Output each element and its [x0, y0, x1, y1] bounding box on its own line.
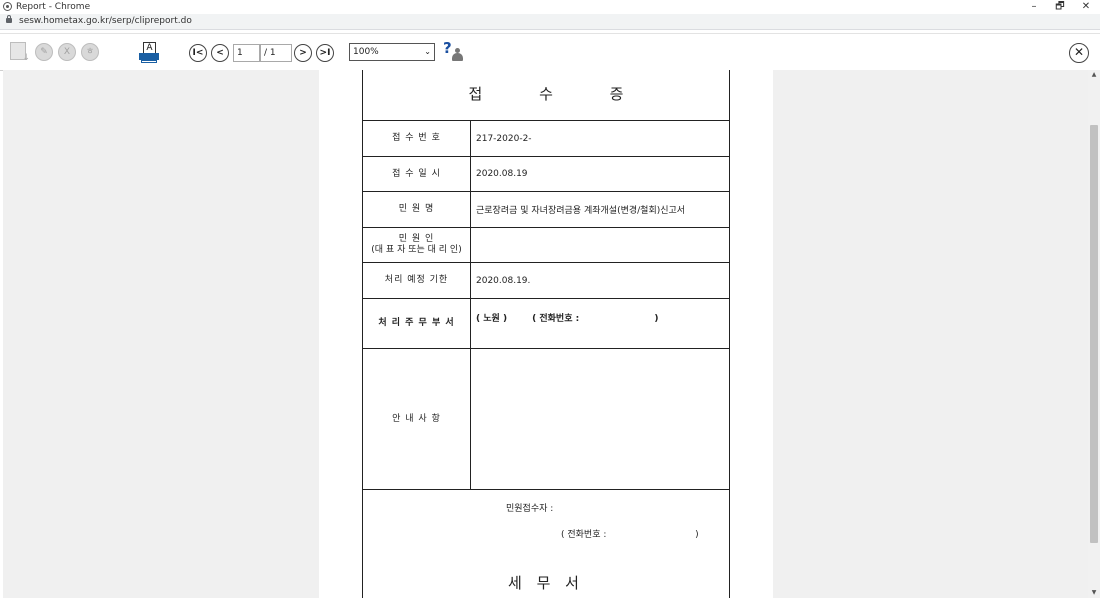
save-icon[interactable]	[10, 42, 30, 63]
row-due-date: 처리 예정 기한 2020.08.19.	[363, 263, 729, 299]
label-due-date: 처리 예정 기한	[363, 263, 471, 298]
row-petitioner: 민 원 인 (대 표 자 또는 대 리 인)	[363, 228, 729, 263]
value-due-date: 2020.08.19.	[476, 275, 531, 286]
report-page: 접 수 증 접 수 번 호 217-2020-2- 접 수 일 시 2020.0…	[319, 70, 773, 598]
page-number-input[interactable]: 1	[233, 44, 260, 62]
vertical-scrollbar[interactable]: ▲ ▼	[1088, 70, 1100, 598]
question-mark: ?	[443, 39, 452, 57]
receiver-label: 민원접수자 :	[506, 504, 554, 514]
label-notice: 안 내 사 항	[363, 349, 471, 489]
person-icon	[452, 48, 463, 61]
hwp-export-icon[interactable]: ㅎ	[81, 43, 99, 61]
report-toolbar: ✎ X ㅎ A I< < 1 / 1 > >I 100% ⌄ ? ✕	[0, 33, 1100, 71]
excel-export-icon[interactable]: X	[58, 43, 76, 61]
zoom-select[interactable]: 100% ⌄	[349, 43, 435, 61]
row-notice: 안 내 사 항	[363, 349, 729, 490]
total-pages: / 1	[260, 44, 292, 62]
restore-button[interactable]: 🗗	[1047, 0, 1073, 14]
print-icon[interactable]: A	[139, 42, 159, 64]
scroll-down-arrow[interactable]: ▼	[1088, 588, 1100, 598]
scroll-thumb[interactable]	[1090, 125, 1098, 543]
chevron-down-icon: ⌄	[424, 47, 431, 56]
close-viewer-button[interactable]: ✕	[1069, 43, 1089, 63]
url-text[interactable]: sesw.hometax.go.kr/serp/clipreport.do	[19, 14, 192, 29]
value-petition-name: 근로장려금 및 자녀장려금용 계좌개설(변경/철회)신고서	[476, 206, 686, 216]
row-receipt-number: 접 수 번 호 217-2020-2-	[363, 121, 729, 157]
value-petitioner	[476, 228, 725, 262]
value-department: ( 노원 ) ( 전화번호 : )	[476, 314, 659, 324]
minimize-button[interactable]: –	[1021, 0, 1047, 14]
printer-body	[139, 53, 159, 60]
zoom-value: 100%	[353, 47, 379, 57]
pdf-export-icon[interactable]: ✎	[35, 43, 53, 61]
row-receipt-date: 접 수 일 시 2020.08.19	[363, 157, 729, 192]
receiver-phone: ( 전화번호 : )	[561, 530, 699, 540]
tax-office-name: 세 무 서	[508, 574, 584, 592]
window-titlebar: Report - Chrome – 🗗 ✕	[0, 0, 1100, 14]
value-receipt-number: 217-2020-2-	[476, 133, 532, 144]
label-petitioner: 민 원 인 (대 표 자 또는 대 리 인)	[363, 228, 471, 262]
label-department: 처 리 주 무 부 서	[363, 299, 471, 348]
next-page-button[interactable]: >	[294, 44, 312, 62]
receipt-form: 접 수 증 접 수 번 호 217-2020-2- 접 수 일 시 2020.0…	[362, 70, 730, 598]
window-title: Report - Chrome	[16, 2, 91, 12]
window-close-button[interactable]: ✕	[1073, 0, 1099, 14]
prev-page-button[interactable]: <	[211, 44, 229, 62]
printer-tray	[141, 60, 157, 63]
first-page-button[interactable]: I<	[189, 44, 207, 62]
scroll-up-arrow[interactable]: ▲	[1088, 70, 1100, 80]
label-petition-name: 민 원 명	[363, 192, 471, 227]
value-notice	[476, 349, 725, 489]
form-title: 접 수 증	[363, 70, 729, 121]
row-petition-name: 민 원 명 근로장려금 및 자녀장려금용 계좌개설(변경/철회)신고서	[363, 192, 729, 228]
help-icon[interactable]: ?	[443, 39, 465, 63]
report-viewport[interactable]: 접 수 증 접 수 번 호 217-2020-2- 접 수 일 시 2020.0…	[3, 70, 1088, 598]
value-receipt-date: 2020.08.19	[476, 169, 528, 179]
label-petitioner-main: 민 원 인	[398, 234, 435, 244]
label-petitioner-sub: (대 표 자 또는 대 리 인)	[371, 245, 462, 255]
address-bar[interactable]: sesw.hometax.go.kr/serp/clipreport.do	[0, 14, 1100, 30]
label-receipt-number: 접 수 번 호	[363, 121, 471, 156]
chrome-icon	[3, 2, 12, 11]
last-page-button[interactable]: >I	[316, 44, 334, 62]
label-receipt-date: 접 수 일 시	[363, 157, 471, 191]
row-department: 처 리 주 무 부 서 ( 노원 ) ( 전화번호 : )	[363, 299, 729, 349]
lock-icon	[6, 15, 12, 23]
